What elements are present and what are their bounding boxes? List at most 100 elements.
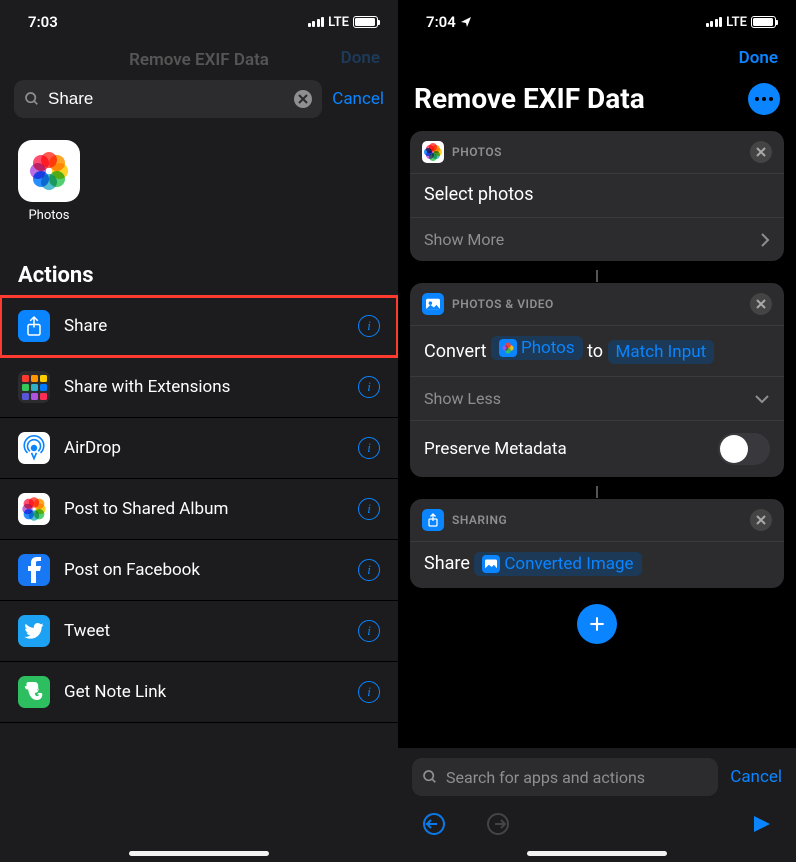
photos-video-mini-icon	[422, 293, 444, 315]
more-options-button[interactable]	[748, 83, 780, 115]
shortcut-title: Remove EXIF Data	[414, 82, 645, 115]
card-category: PHOTOS & VIDEO	[452, 297, 742, 311]
cellular-signal-icon	[706, 17, 723, 27]
flow-connector	[398, 269, 796, 283]
search-row: Cancel	[0, 72, 398, 128]
status-bar: 7:04 LTE	[398, 0, 796, 44]
network-label: LTE	[726, 15, 747, 30]
action-label: Get Note Link	[64, 682, 344, 702]
flow-connector	[398, 485, 796, 499]
to-label: to	[587, 341, 603, 362]
info-button[interactable]: i	[358, 681, 380, 703]
undo-button[interactable]	[422, 812, 446, 836]
clear-search-button[interactable]	[294, 90, 312, 108]
chevron-right-icon	[760, 232, 770, 248]
redo-button[interactable]	[486, 812, 510, 836]
token-label: Match Input	[616, 342, 707, 362]
info-button[interactable]: i	[358, 437, 380, 459]
action-label: Post to Shared Album	[64, 499, 344, 519]
done-button[interactable]: Done	[739, 48, 778, 68]
chevron-down-icon	[754, 394, 770, 404]
action-label: Share	[64, 316, 344, 336]
action-evernote[interactable]: Get Note Link i	[0, 662, 398, 723]
show-less-button[interactable]: Show Less	[410, 376, 784, 420]
token-label: Photos	[521, 338, 575, 358]
action-facebook[interactable]: Post on Facebook i	[0, 540, 398, 601]
status-time: 7:04	[426, 13, 456, 31]
share-icon	[18, 310, 50, 342]
card-body: Select photos	[410, 174, 784, 217]
action-airdrop[interactable]: AirDrop i	[0, 418, 398, 479]
add-action-button[interactable]	[577, 604, 617, 644]
nav-bar: Done	[398, 44, 796, 76]
photos-mini-icon	[422, 141, 444, 163]
match-input-token[interactable]: Match Input	[608, 340, 715, 364]
card-body: Share Converted Image	[410, 542, 784, 588]
home-indicator[interactable]	[129, 851, 269, 856]
cancel-button[interactable]: Cancel	[332, 89, 384, 109]
extensions-grid-icon	[18, 371, 50, 403]
battery-icon	[353, 16, 378, 28]
info-button[interactable]: i	[358, 376, 380, 398]
action-tweet[interactable]: Tweet i	[0, 601, 398, 662]
search-input[interactable]	[48, 89, 286, 109]
app-label: Photos	[18, 208, 80, 223]
share-label: Share	[424, 553, 470, 574]
location-icon	[460, 16, 472, 28]
actions-section-title: Actions	[0, 247, 398, 296]
cellular-signal-icon	[308, 17, 325, 27]
status-bar: 7:03 LTE	[0, 0, 398, 44]
info-button[interactable]: i	[358, 315, 380, 337]
search-icon	[422, 769, 438, 785]
photos-app-icon	[18, 140, 80, 202]
show-more-label: Show More	[424, 230, 504, 249]
action-share-extensions[interactable]: Share with Extensions i	[0, 357, 398, 418]
remove-action-button[interactable]	[750, 141, 772, 163]
remove-action-button[interactable]	[750, 509, 772, 531]
app-result-photos[interactable]: Photos	[0, 128, 398, 247]
card-category: PHOTOS	[452, 145, 742, 159]
dim-done-button: Done	[341, 48, 380, 68]
bottom-search-field[interactable]: Search for apps and actions	[412, 758, 718, 796]
converted-image-token[interactable]: Converted Image	[474, 552, 641, 576]
evernote-icon	[18, 676, 50, 708]
photos-token-icon	[499, 339, 517, 357]
twitter-icon	[18, 615, 50, 647]
action-card-share: SHARING Share Converted Image	[410, 499, 784, 588]
action-label: Post on Facebook	[64, 560, 344, 580]
show-less-label: Show Less	[424, 389, 501, 408]
action-label: Tweet	[64, 621, 344, 641]
show-more-button[interactable]: Show More	[410, 217, 784, 261]
preserve-metadata-row: Preserve Metadata	[410, 420, 784, 477]
network-label: LTE	[328, 15, 349, 30]
info-button[interactable]: i	[358, 620, 380, 642]
battery-icon	[751, 16, 776, 28]
action-share[interactable]: Share i	[0, 296, 398, 357]
photos-variable-token[interactable]: Photos	[491, 336, 583, 360]
image-token-icon	[482, 555, 500, 573]
dim-title: Remove EXIF Data	[129, 50, 269, 70]
facebook-icon	[18, 554, 50, 586]
action-shared-album[interactable]: Post to Shared Album i	[0, 479, 398, 540]
search-placeholder: Search for apps and actions	[446, 768, 645, 787]
remove-action-button[interactable]	[750, 293, 772, 315]
home-indicator[interactable]	[527, 851, 667, 856]
cancel-button[interactable]: Cancel	[730, 767, 782, 787]
photos-icon	[18, 493, 50, 525]
search-field[interactable]	[14, 80, 322, 118]
airdrop-icon	[18, 432, 50, 464]
title-row: Remove EXIF Data	[398, 76, 796, 131]
bottom-panel: Search for apps and actions Cancel	[398, 748, 796, 862]
info-button[interactable]: i	[358, 498, 380, 520]
sharing-mini-icon	[422, 509, 444, 531]
token-label: Converted Image	[504, 554, 633, 574]
preserve-metadata-toggle[interactable]	[718, 433, 770, 465]
action-card-select-photos: PHOTOS Select photos Show More	[410, 131, 784, 261]
info-button[interactable]: i	[358, 559, 380, 581]
search-icon	[24, 91, 40, 107]
run-shortcut-button[interactable]	[748, 812, 772, 836]
preserve-metadata-label: Preserve Metadata	[424, 439, 567, 459]
action-label: AirDrop	[64, 438, 344, 458]
convert-label: Convert	[424, 341, 487, 362]
screen-shortcut-editor: 7:04 LTE Done Remove EXIF Data	[398, 0, 796, 862]
